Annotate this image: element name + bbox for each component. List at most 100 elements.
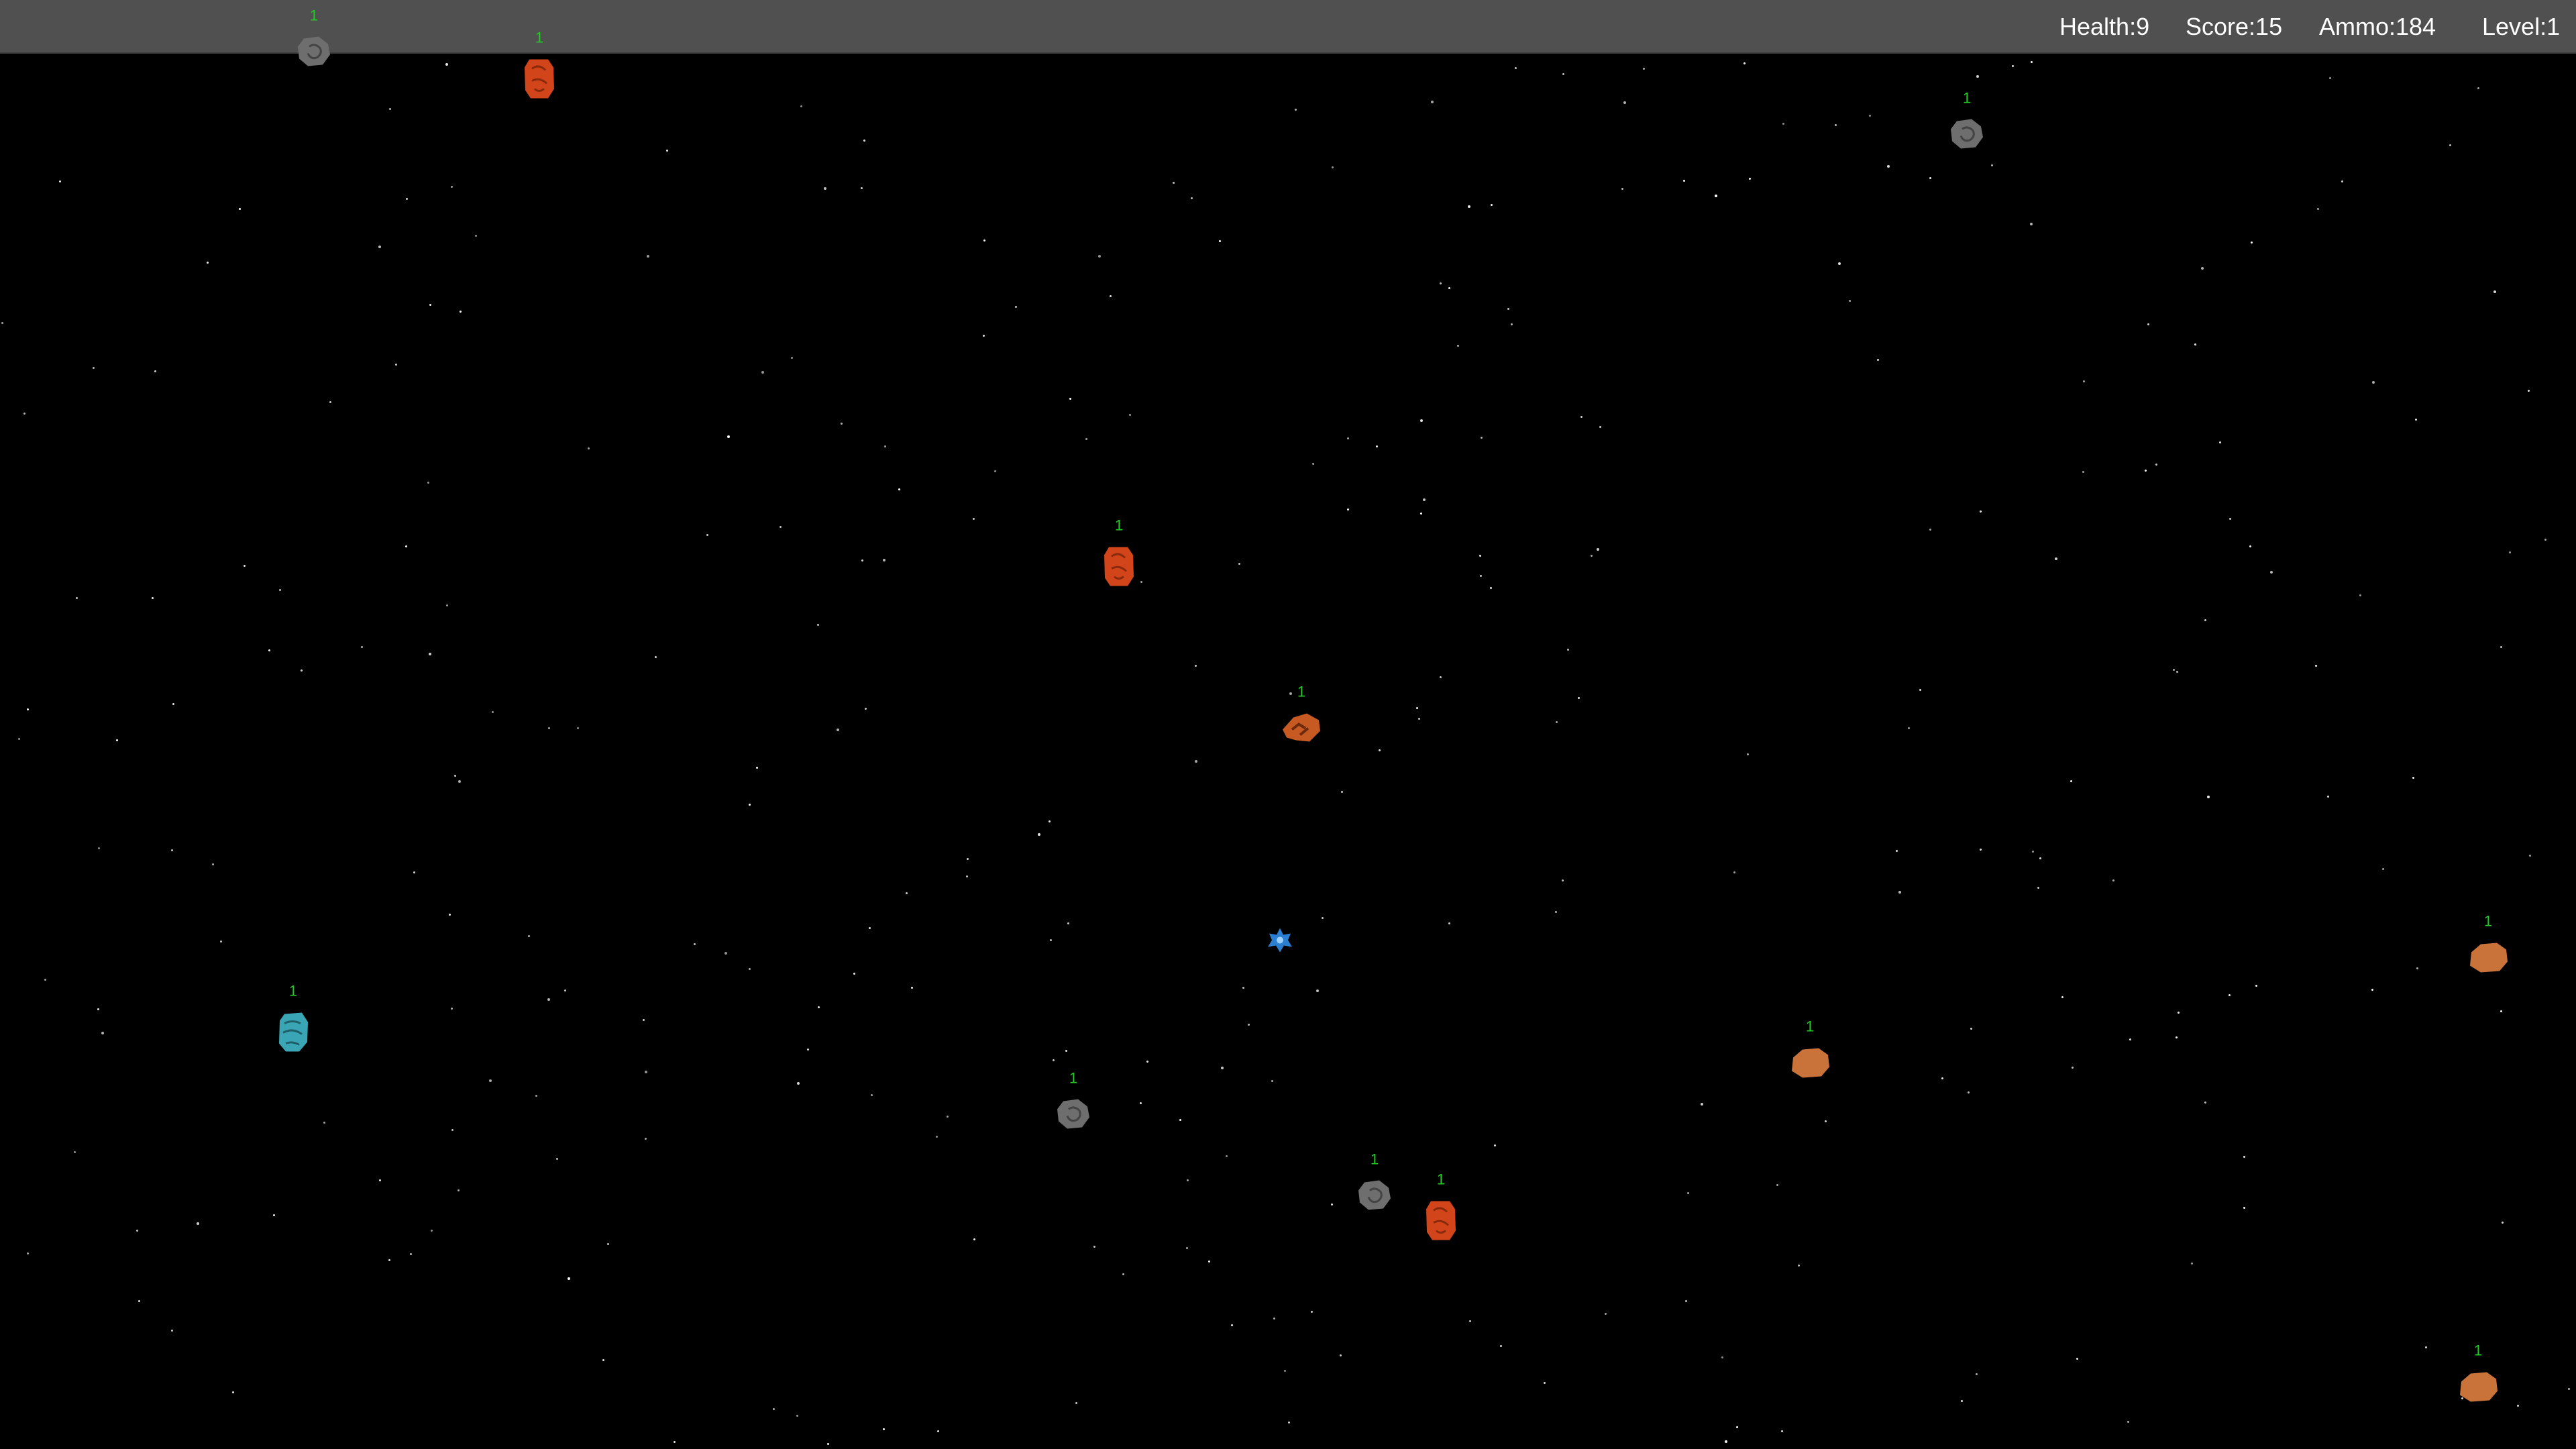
asteroid[interactable]: 1 xyxy=(1424,1171,1458,1246)
star xyxy=(1929,529,1931,531)
star xyxy=(1053,1059,1055,1061)
star xyxy=(2341,180,2343,182)
star xyxy=(2502,1222,2504,1224)
star xyxy=(2477,87,2479,89)
game-canvas[interactable]: Health:9 Score:15 Ammo:184 Level:1 1 1 1… xyxy=(0,0,2576,1449)
star xyxy=(220,941,222,943)
star xyxy=(564,989,566,991)
star xyxy=(1416,707,1418,709)
star xyxy=(2055,557,2057,560)
star xyxy=(1347,437,1349,439)
star xyxy=(1555,911,1557,913)
asteroid[interactable]: 1 xyxy=(296,7,332,72)
star xyxy=(1623,101,1626,104)
star xyxy=(1448,922,1450,924)
star xyxy=(883,1428,885,1430)
star xyxy=(1311,1311,1313,1313)
star xyxy=(1221,1067,1224,1069)
star xyxy=(244,565,246,567)
star xyxy=(1980,849,1982,851)
star xyxy=(2176,671,2178,673)
star xyxy=(2229,518,2231,520)
star xyxy=(1289,692,1292,695)
asteroid[interactable]: 1 xyxy=(1055,1070,1091,1134)
player-ship[interactable] xyxy=(1265,926,1295,959)
star xyxy=(2072,1067,2074,1069)
star xyxy=(643,1019,645,1021)
star xyxy=(1490,587,1492,589)
star xyxy=(2039,857,2041,859)
star xyxy=(1715,195,1717,197)
star xyxy=(1376,445,1378,447)
star xyxy=(936,1136,938,1138)
star xyxy=(1968,1091,1970,1093)
star xyxy=(761,371,764,374)
star xyxy=(388,1259,390,1261)
star xyxy=(807,1049,809,1051)
star xyxy=(547,998,550,1001)
star xyxy=(973,1238,975,1240)
star xyxy=(2082,471,2084,473)
star xyxy=(1507,308,1509,310)
star xyxy=(1961,1400,1963,1402)
star xyxy=(2500,646,2502,648)
star xyxy=(1599,426,1601,428)
star xyxy=(1919,689,1921,691)
asteroid[interactable]: 1 xyxy=(2456,1342,2500,1408)
star xyxy=(1226,1155,1228,1157)
star xyxy=(1110,295,1112,297)
cyan-rock-icon xyxy=(279,1012,308,1052)
star xyxy=(101,1032,104,1034)
star xyxy=(817,624,819,626)
star xyxy=(2194,343,2196,345)
star xyxy=(413,871,415,873)
star xyxy=(2528,390,2530,392)
star xyxy=(2012,65,2014,67)
star xyxy=(655,656,657,658)
star xyxy=(2145,470,2147,472)
star xyxy=(1941,1077,1943,1079)
star xyxy=(869,927,871,929)
star xyxy=(727,435,730,438)
asteroid[interactable]: 1 xyxy=(276,983,310,1058)
star xyxy=(1122,1273,1124,1275)
red-rock-icon xyxy=(1104,547,1134,586)
asteroid[interactable]: 1 xyxy=(1949,90,1985,154)
star xyxy=(837,729,839,731)
asteroid[interactable]: 1 xyxy=(1788,1018,1832,1084)
star xyxy=(2178,1012,2180,1014)
star xyxy=(427,482,429,484)
star xyxy=(1500,1345,1502,1347)
star xyxy=(1721,1356,1723,1358)
star xyxy=(2327,796,2329,798)
star xyxy=(2382,868,2384,870)
asteroid-hp-label: 1 xyxy=(309,7,319,24)
star xyxy=(1643,68,1645,70)
star xyxy=(1481,437,1483,439)
star xyxy=(548,727,550,729)
asteroid[interactable]: 1 xyxy=(1102,517,1136,592)
star xyxy=(1219,240,1221,242)
star xyxy=(861,187,863,189)
star xyxy=(756,767,758,769)
star xyxy=(966,875,968,877)
asteroid[interactable]: 1 xyxy=(1356,1151,1393,1216)
star xyxy=(2037,887,2039,889)
star xyxy=(2425,1346,2427,1348)
star xyxy=(967,858,969,860)
star xyxy=(1195,760,1197,763)
star xyxy=(1448,287,1450,289)
star xyxy=(1312,463,1314,465)
star xyxy=(607,1243,609,1245)
star xyxy=(97,1008,99,1010)
star xyxy=(1067,922,1069,924)
star xyxy=(273,1214,275,1216)
asteroid[interactable]: 1 xyxy=(1280,684,1323,748)
star xyxy=(577,727,579,729)
asteroid[interactable]: 1 xyxy=(2466,913,2510,979)
star xyxy=(1316,989,1319,992)
asteroid-hp-label: 1 xyxy=(2483,912,2493,930)
asteroid[interactable]: 1 xyxy=(523,30,556,105)
star xyxy=(2207,796,2210,798)
star xyxy=(906,892,908,894)
